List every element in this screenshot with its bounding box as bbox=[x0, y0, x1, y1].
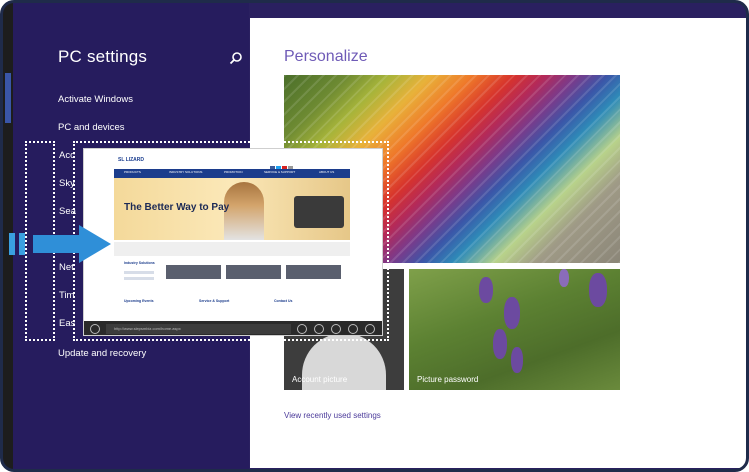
snap-handle[interactable] bbox=[7, 233, 27, 255]
recent-settings-link[interactable]: View recently used settings bbox=[284, 411, 381, 420]
lavender-flower bbox=[511, 347, 523, 373]
settings-title: PC settings bbox=[58, 47, 148, 66]
lavender-flower bbox=[493, 329, 507, 359]
page-title: Personalize bbox=[284, 48, 368, 65]
nav-item-activate-windows[interactable]: Activate Windows bbox=[58, 93, 133, 121]
snap-target-outline bbox=[73, 141, 389, 341]
search-icon[interactable] bbox=[229, 51, 243, 65]
picture-password-label: Picture password bbox=[417, 375, 479, 384]
snap-arrow-icon bbox=[33, 225, 111, 263]
charm-strip bbox=[5, 73, 11, 123]
picture-password-tile[interactable]: Picture password bbox=[409, 269, 620, 390]
lavender-flower bbox=[479, 277, 493, 303]
lavender-flower bbox=[589, 273, 607, 307]
lavender-flower bbox=[504, 297, 520, 329]
snap-handle-bar bbox=[19, 233, 25, 255]
account-picture-label: Account picture bbox=[292, 375, 348, 384]
nav-item-update-and-recovery[interactable]: Update and recovery bbox=[58, 348, 146, 359]
tablet-screen: PC settings Activate Windows PC and devi… bbox=[0, 0, 749, 472]
snap-handle-bar bbox=[9, 233, 15, 255]
lavender-flower bbox=[559, 269, 569, 287]
